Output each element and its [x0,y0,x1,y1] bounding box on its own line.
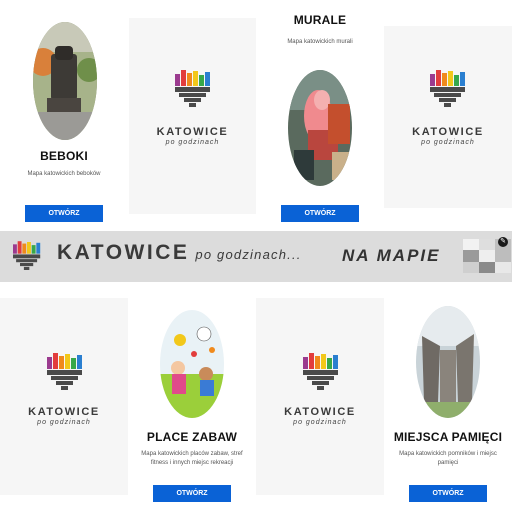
logo-word: KATOWICE [156,126,229,138]
logo-text: KATOWICE po godzinach [0,406,128,426]
murale-photo [288,70,352,186]
card-description: Mapa katowickich pomników i miejsc pamię… [399,451,497,466]
banner-brand-word: KATOWICE [57,241,190,264]
card-title: MURALE [293,13,347,27]
card-description: Mapa katowickich murali [287,39,353,45]
monument-image [416,306,480,418]
beboki-sculpture-image [33,22,97,140]
logo-text: KATOWICE po godzinach [256,406,384,426]
card-description: Mapa katowickich beboków [27,171,101,177]
card-title: PLACE ZABAW [146,430,238,444]
open-button[interactable]: OTWÓRZ [281,205,359,222]
logo-sub: po godzinach [37,419,91,426]
card-title: BEBOKI [40,149,88,163]
katowice-logo-icon [175,70,210,107]
playground-illustration [160,310,224,418]
logo-text: KATOWICE po godzinach [384,126,512,146]
map-banner[interactable]: KATOWICE po godzinach... NA MAPIE ✎ [0,231,512,282]
mural-image [288,70,352,186]
card-logo: KATOWICE po godzinach [129,18,256,214]
card-beboki: BEBOKI Mapa katowickich beboków OTWÓRZ [0,0,128,231]
logo-text: KATOWICE po godzinach [129,126,256,146]
logo-word: KATOWICE [28,406,100,418]
card-murale: MURALE Mapa katowickich murali OTWÓRZ [256,0,384,231]
banner-brand: KATOWICE po godzinach... [57,241,302,265]
card-logo: KATOWICE po godzinach [384,26,512,208]
card-logo: KATOWICE po godzinach [0,298,128,495]
card-description: Mapa katowickich placów zabaw, stref fit… [141,451,243,466]
logo-word: KATOWICE [284,406,356,418]
logo-word: KATOWICE [412,126,484,138]
open-button[interactable]: OTWÓRZ [25,205,103,222]
logo-sub: po godzinach [165,139,220,146]
katowice-logo-icon [47,353,82,390]
logo-sub: po godzinach [293,419,347,426]
beboki-photo [33,22,97,140]
open-button[interactable]: OTWÓRZ [409,485,487,502]
card-place-zabaw: PLACE ZABAW Mapa katowickich placów zaba… [128,282,256,512]
logo-sub: po godzinach [421,139,475,146]
katowice-logo-icon [303,353,338,390]
card-title: MIEJSCA PAMIĘCI [393,430,503,444]
place-zabaw-photo [160,310,224,418]
card-miejsca-pamieci: MIEJSCA PAMIĘCI Mapa katowickich pomnikó… [384,282,512,512]
miejsca-pamieci-photo [416,306,480,418]
katowice-logo-icon [430,70,465,107]
banner-on-map: NA MAPIE [342,246,441,265]
katowice-logo-icon [13,241,41,270]
card-logo: KATOWICE po godzinach [256,298,384,495]
open-button[interactable]: OTWÓRZ [153,485,231,502]
banner-brand-sub: po godzinach... [195,247,302,262]
edit-pencil-icon[interactable]: ✎ [498,237,508,247]
